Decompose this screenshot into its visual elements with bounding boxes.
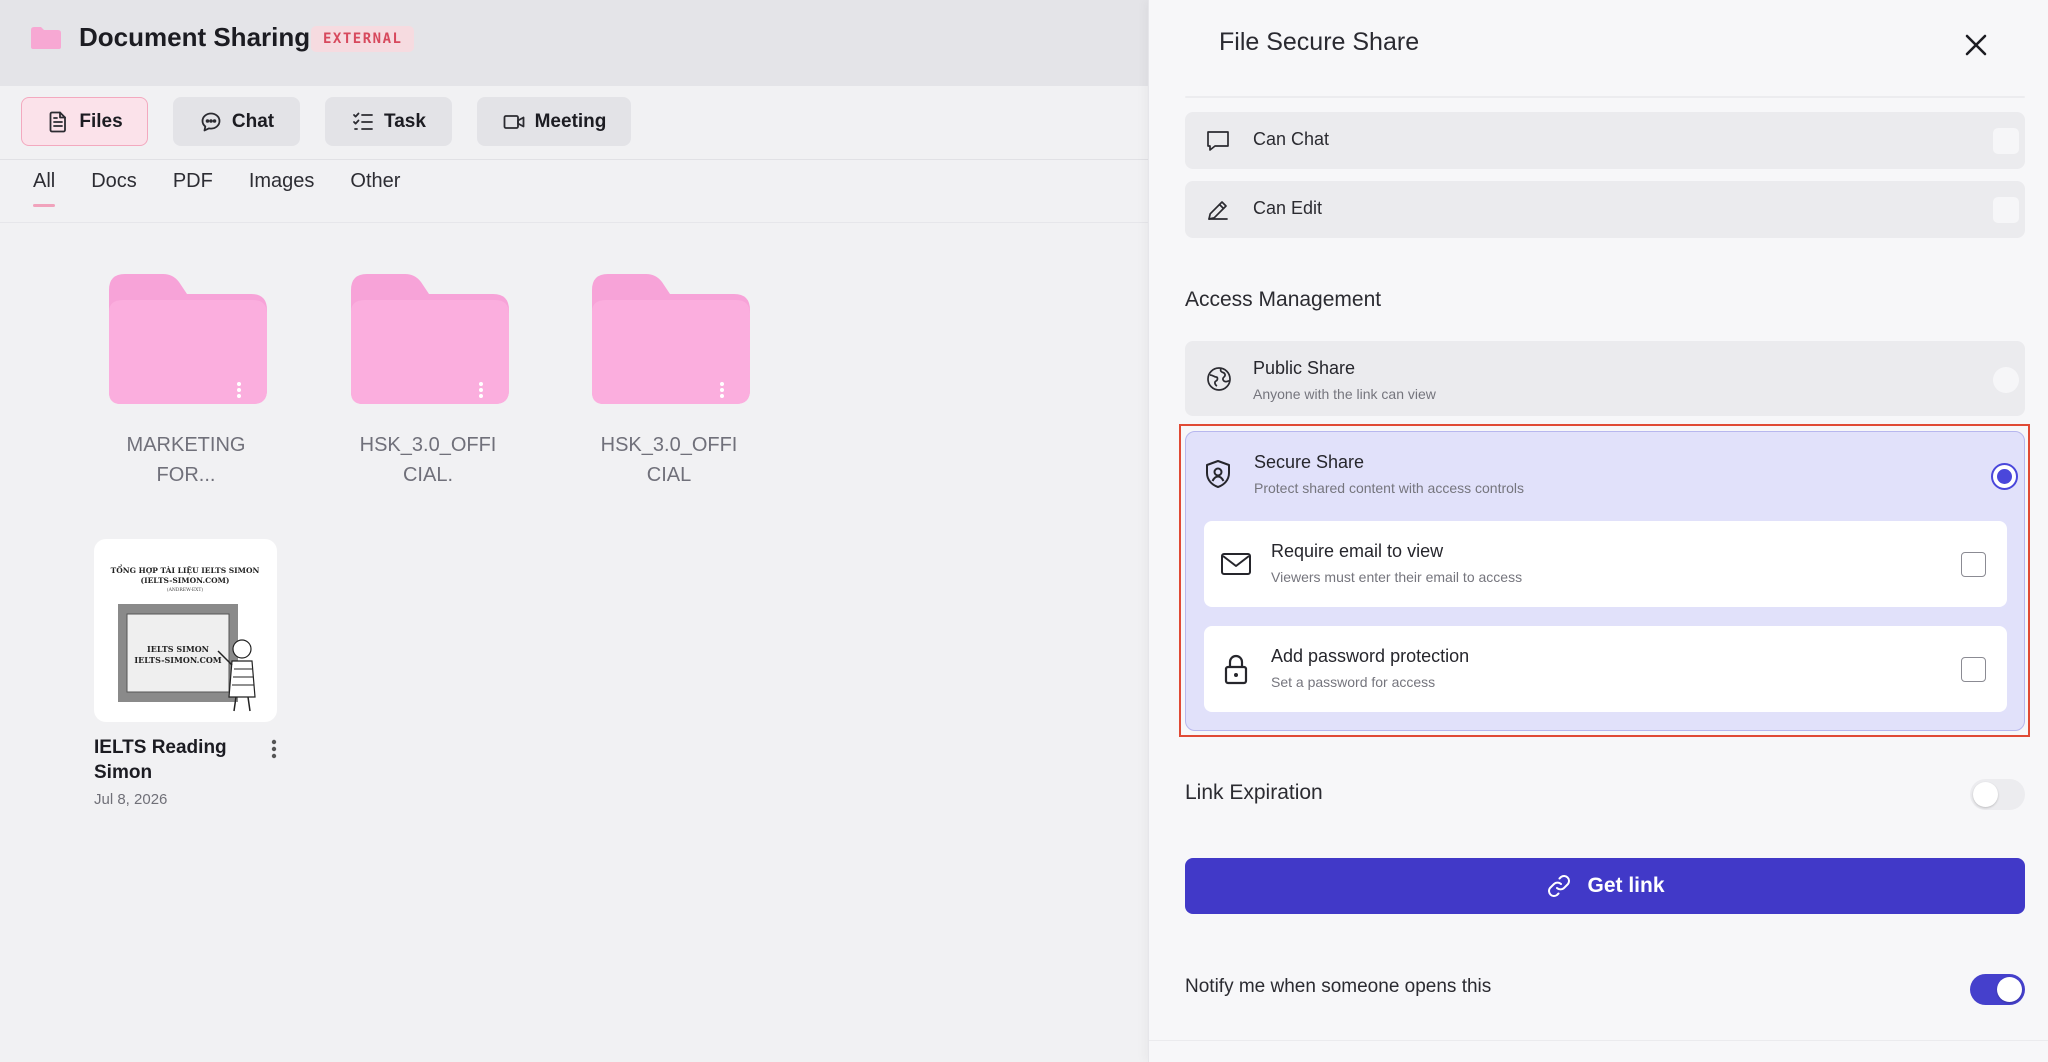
link-icon	[1548, 875, 1571, 897]
divider	[1185, 96, 2025, 98]
video-camera-icon	[503, 114, 525, 129]
folder-icon	[109, 274, 267, 404]
folder-item[interactable]: MARKETING FOR...	[101, 272, 271, 490]
link-expiration-toggle[interactable]	[1970, 779, 2025, 810]
get-link-label: Get link	[1587, 874, 1665, 897]
tab-chat-label: Chat	[231, 110, 275, 132]
get-link-button[interactable]: Get link	[1185, 858, 2025, 914]
divider	[0, 222, 1148, 223]
chat-bubble-icon	[1207, 131, 1229, 151]
public-share-label: Public Share	[1253, 358, 1356, 378]
document-name[interactable]: IELTS Reading Simon	[94, 735, 244, 785]
require-email-option[interactable]: Require email to view Viewers must enter…	[1204, 521, 2007, 607]
svg-text:TỔNG HỢP TÀI LIỆU IELTS SIMON: TỔNG HỢP TÀI LIỆU IELTS SIMON	[111, 564, 260, 575]
filter-tab-pdf[interactable]: PDF	[173, 170, 213, 203]
document-card[interactable]: TỔNG HỢP TÀI LIỆU IELTS SIMON (IELTS-SIM…	[94, 539, 277, 808]
permission-label: Can Chat	[1253, 129, 1330, 149]
require-email-description: Viewers must enter their email to access	[1271, 569, 1523, 585]
svg-text:IELTS-SIMON.COM: IELTS-SIMON.COM	[134, 655, 221, 665]
toggle-knob	[1997, 977, 2022, 1002]
globe-icon	[1207, 367, 1231, 391]
can-edit-checkbox[interactable]	[1993, 197, 2019, 223]
can-chat-checkbox[interactable]	[1993, 128, 2019, 154]
app-header: Document Sharing EXTERNAL	[0, 0, 1148, 86]
filter-tab-images[interactable]: Images	[249, 170, 315, 203]
panel-title: File Secure Share	[1219, 28, 1420, 56]
svg-text:IELTS SIMON: IELTS SIMON	[147, 644, 209, 654]
filter-tab-all[interactable]: All	[33, 170, 56, 207]
document-thumbnail[interactable]: TỔNG HỢP TÀI LIỆU IELTS SIMON (IELTS-SIM…	[94, 539, 277, 722]
checklist-icon	[353, 112, 373, 130]
folder-icon	[351, 274, 509, 404]
divider	[1149, 1040, 2048, 1041]
document-icon	[49, 111, 67, 132]
external-badge: EXTERNAL	[311, 26, 415, 52]
require-email-checkbox[interactable]	[1961, 552, 1986, 577]
password-protection-checkbox[interactable]	[1961, 657, 1986, 682]
close-icon[interactable]	[1961, 30, 1991, 60]
folder-icon	[592, 274, 750, 404]
shield-icon	[1206, 460, 1230, 488]
mail-icon	[1221, 553, 1251, 575]
tab-files-label: Files	[79, 110, 123, 132]
folder-item[interactable]: HSK_3.0_OFFI CIAL	[584, 272, 754, 490]
tab-task[interactable]: Task	[325, 97, 452, 146]
require-email-label: Require email to view	[1271, 541, 1444, 561]
public-share-option[interactable]: Public Share Anyone with the link can vi…	[1185, 341, 2025, 416]
notify-toggle[interactable]	[1970, 974, 2025, 1005]
secure-share-radio[interactable]	[1991, 463, 2018, 490]
secure-share-panel: File Secure Share Can Chat Can Edit Acce…	[1148, 0, 2048, 1062]
tab-chat[interactable]: Chat	[173, 97, 300, 146]
folder-name: HSK_3.0_OFFI CIAL.	[359, 434, 497, 486]
public-share-description: Anyone with the link can view	[1253, 386, 1436, 402]
permission-label: Can Edit	[1253, 198, 1323, 218]
folder-name: HSK_3.0_OFFI CIAL	[600, 434, 738, 486]
lock-icon	[1224, 654, 1248, 685]
password-protection-label: Add password protection	[1271, 646, 1470, 666]
thumbnail-image: TỔNG HỢP TÀI LIỆU IELTS SIMON (IELTS-SIM…	[111, 564, 260, 712]
filter-tab-other[interactable]: Other	[350, 170, 400, 203]
secure-share-label: Secure Share	[1254, 452, 1365, 472]
filter-tabs: All Docs PDF Images Other	[33, 170, 436, 207]
files-pane: Document Sharing EXTERNAL Files Chat Tas…	[0, 0, 1148, 1062]
svg-text:(ANDREW-EXT): (ANDREW-EXT)	[167, 586, 204, 593]
divider	[0, 159, 1148, 160]
notify-label: Notify me when someone opens this	[1185, 976, 1492, 997]
link-expiration-label: Link Expiration	[1185, 781, 1323, 804]
permission-can-chat[interactable]: Can Chat	[1185, 112, 2025, 169]
tab-files[interactable]: Files	[21, 97, 148, 146]
public-share-radio[interactable]	[1993, 367, 2019, 393]
access-management-title: Access Management	[1185, 288, 1382, 311]
tab-meeting-label: Meeting	[534, 110, 607, 132]
document-date: Jul 8, 2026	[94, 791, 168, 808]
folder-icon	[31, 27, 61, 49]
folder-item[interactable]: HSK_3.0_OFFI CIAL.	[343, 272, 513, 490]
tab-task-label: Task	[384, 110, 426, 132]
pencil-icon	[1208, 201, 1228, 220]
folder-name: MARKETING FOR...	[126, 434, 246, 486]
permission-can-edit[interactable]: Can Edit	[1185, 181, 2025, 238]
app-title: Document Sharing	[79, 22, 311, 52]
password-protection-option[interactable]: Add password protection Set a password f…	[1204, 626, 2007, 712]
tab-meeting[interactable]: Meeting	[477, 97, 631, 146]
svg-text:(IELTS-SIMON.COM): (IELTS-SIMON.COM)	[141, 576, 230, 585]
chat-bubble-icon	[201, 112, 221, 131]
password-protection-description: Set a password for access	[1271, 674, 1436, 690]
secure-share-option[interactable]: Secure Share Protect shared content with…	[1185, 431, 2025, 731]
secure-share-description: Protect shared content with access contr…	[1254, 480, 1525, 496]
toggle-knob	[1973, 782, 1998, 807]
mode-tabs: Files Chat Task Meeting	[21, 97, 656, 146]
more-vertical-icon[interactable]	[264, 737, 284, 761]
filter-tab-docs[interactable]: Docs	[91, 170, 137, 203]
